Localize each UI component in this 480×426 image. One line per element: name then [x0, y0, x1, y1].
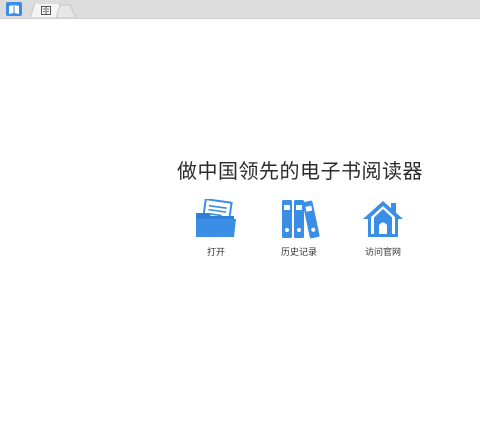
history-label: 历史记录: [280, 248, 317, 258]
tab-bar: [0, 0, 480, 19]
book-icon: [41, 6, 51, 15]
history-button[interactable]: 历史记录: [264, 199, 334, 258]
open-label: 打开: [206, 248, 225, 258]
visit-website-button[interactable]: 访问官网: [348, 199, 418, 258]
open-button[interactable]: 打开: [181, 199, 251, 258]
visit-website-label: 访问官网: [364, 248, 401, 258]
book-open-icon[interactable]: [6, 2, 22, 16]
folder-open-icon: [194, 199, 238, 239]
new-tab-button[interactable]: [56, 3, 76, 18]
binders-icon: [277, 199, 321, 239]
home-icon: [361, 199, 405, 239]
page-title: 做中国领先的电子书阅读器: [177, 159, 423, 183]
start-page: 做中国领先的电子书阅读器 打开 历史记录 访问官网: [0, 19, 480, 426]
reader-window: 做中国领先的电子书阅读器 打开 历史记录 访问官网: [0, 0, 480, 426]
